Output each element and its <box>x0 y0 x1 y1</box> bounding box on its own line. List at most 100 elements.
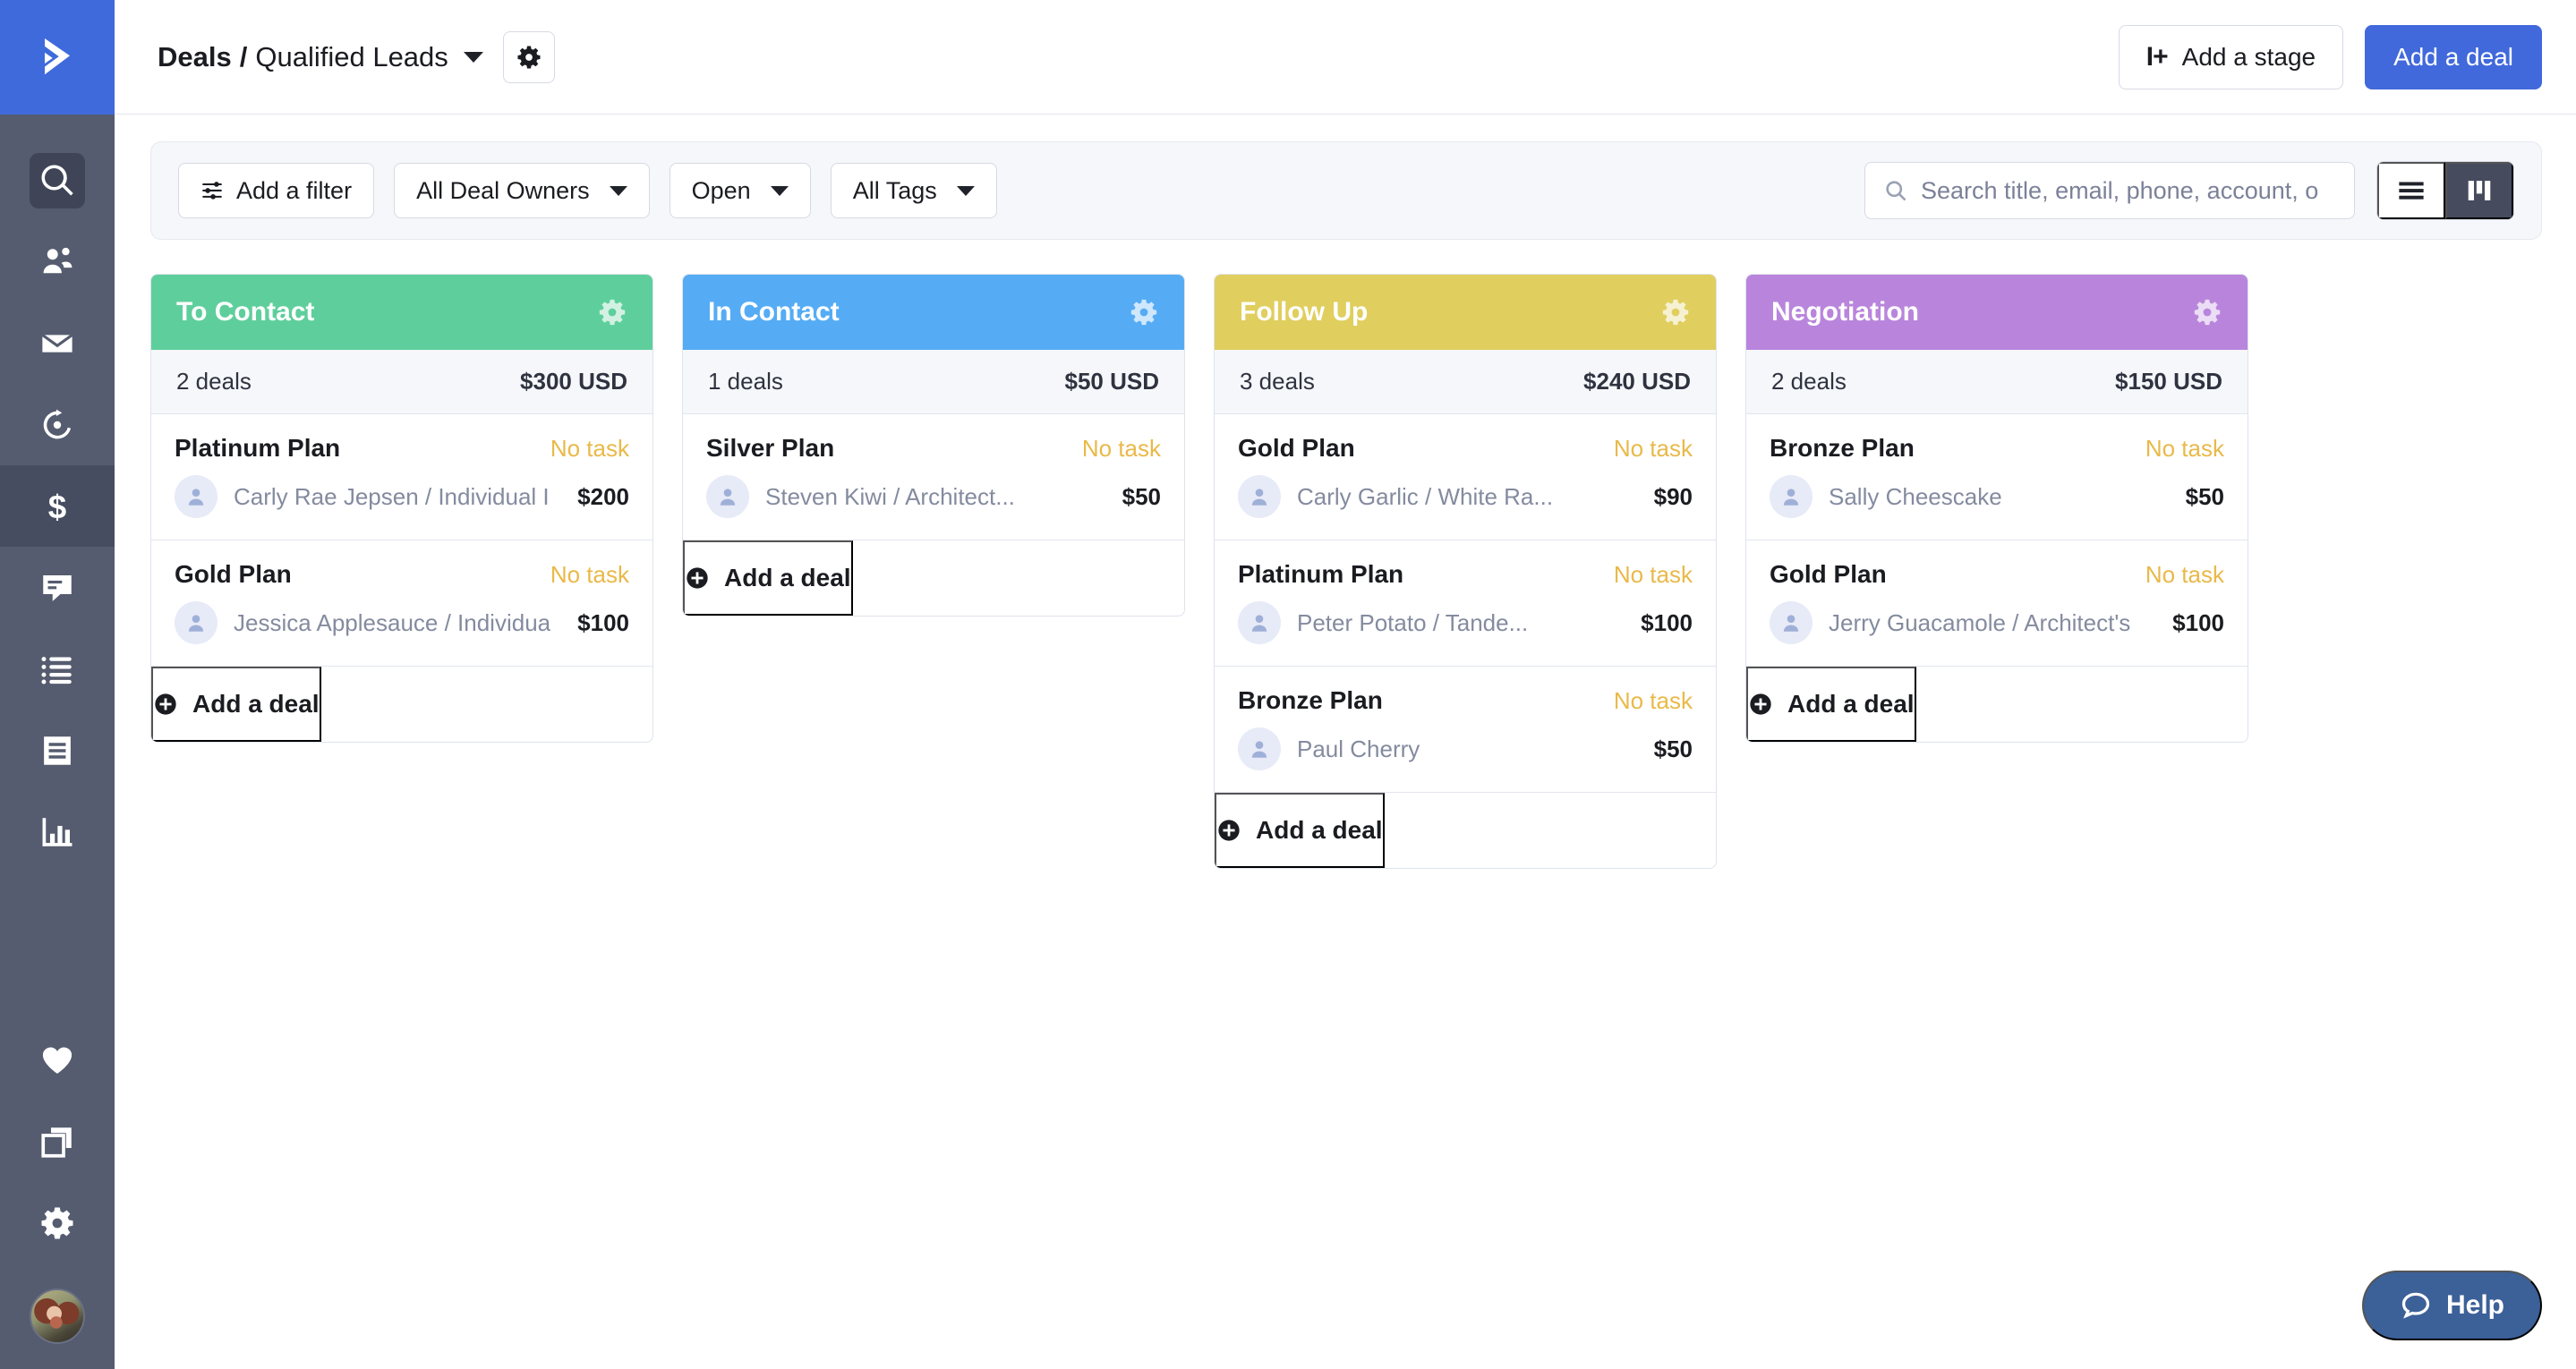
deal-status-label: Open <box>692 177 751 205</box>
contact-avatar-icon <box>1238 727 1281 770</box>
main-sidebar: $ <box>0 0 115 1369</box>
sidebar-item-lists[interactable] <box>0 628 115 710</box>
stage-total: $300 USD <box>520 368 627 395</box>
pipeline-stage-column: To Contact 2 deals $300 USD Platinum Pla… <box>150 274 653 743</box>
deal-card[interactable]: Gold Plan No task Jessica Applesauce / I… <box>151 540 653 667</box>
stage-deal-count: 2 deals <box>1771 368 1847 395</box>
stage-header: Negotiation <box>1746 275 2248 350</box>
pipeline-stage-column: Follow Up 3 deals $240 USD Gold Plan No … <box>1214 274 1717 869</box>
add-deal-to-stage-button[interactable]: Add a deal <box>683 540 853 616</box>
settings-icon <box>38 1204 76 1242</box>
deal-card-top: Gold Plan No task <box>1238 434 1693 463</box>
sidebar-item-apps[interactable] <box>0 1101 115 1182</box>
breadcrumb-current[interactable]: Qualified Leads <box>255 41 448 73</box>
stage-title: Negotiation <box>1771 297 1919 327</box>
deal-card[interactable]: Bronze Plan No task Paul Cherry $50 <box>1215 667 1716 793</box>
add-deal-to-stage-button[interactable]: Add a deal <box>1215 793 1385 868</box>
search-box[interactable] <box>1864 162 2355 219</box>
deal-card-bottom: Jessica Applesauce / Individua $100 <box>175 601 629 644</box>
deal-card[interactable]: Gold Plan No task Carly Garlic / White R… <box>1215 414 1716 540</box>
list-view-button[interactable] <box>2377 162 2445 219</box>
sidebar-item-conversations[interactable] <box>0 547 115 628</box>
deal-task-status: No task <box>1614 561 1693 589</box>
deal-status-select[interactable]: Open <box>670 163 811 218</box>
add-stage-icon: I+ <box>2146 42 2168 72</box>
deal-card-top: Bronze Plan No task <box>1238 686 1693 715</box>
deal-contact: Jessica Applesauce / Individua <box>234 609 572 637</box>
sidebar-item-deals[interactable]: $ <box>0 465 115 547</box>
stage-settings-button[interactable] <box>2192 297 2222 327</box>
gear-icon <box>1129 297 1159 327</box>
stage-deal-count: 1 deals <box>708 368 783 395</box>
sidebar-item-automations[interactable] <box>0 384 115 465</box>
chevron-down-icon[interactable] <box>464 52 483 63</box>
add-filter-button[interactable]: Add a filter <box>178 163 374 218</box>
deals-icon: $ <box>38 488 76 525</box>
deal-card-bottom: Carly Rae Jepsen / Individual I $200 <box>175 475 629 518</box>
deal-card-top: Platinum Plan No task <box>175 434 629 463</box>
deal-contact: Sally Cheescake <box>1829 483 2180 511</box>
search-input[interactable] <box>1921 177 2336 205</box>
sidebar-item-search[interactable] <box>0 140 115 221</box>
stage-header: In Contact <box>683 275 1184 350</box>
add-deal-button[interactable]: Add a deal <box>2365 25 2542 89</box>
breadcrumb-separator: / <box>240 41 248 73</box>
sidebar-item-reports[interactable] <box>0 791 115 872</box>
stage-settings-button[interactable] <box>1660 297 1691 327</box>
deal-value: $90 <box>1654 483 1693 511</box>
svg-text:$: $ <box>48 489 66 525</box>
pipeline-stage-column: Negotiation 2 deals $150 USD Bronze Plan… <box>1745 274 2248 743</box>
deal-owners-select[interactable]: All Deal Owners <box>394 163 650 218</box>
deal-contact: Peter Potato / Tande... <box>1297 609 1635 637</box>
add-deal-to-stage-button[interactable]: Add a deal <box>1746 667 1916 742</box>
contact-avatar-icon <box>1238 475 1281 518</box>
sidebar-item-settings[interactable] <box>0 1182 115 1263</box>
deal-task-status: No task <box>1614 435 1693 463</box>
stage-summary: 3 deals $240 USD <box>1215 350 1716 414</box>
sidebar-item-contacts[interactable] <box>0 221 115 302</box>
deal-task-status: No task <box>550 561 629 589</box>
contact-avatar-icon <box>1238 601 1281 644</box>
deal-card[interactable]: Gold Plan No task Jerry Guacamole / Arch… <box>1746 540 2248 667</box>
stage-settings-button[interactable] <box>597 297 627 327</box>
user-avatar[interactable] <box>0 1263 115 1369</box>
add-deal-label: Add a deal <box>1256 816 1383 845</box>
deal-value: $50 <box>1122 483 1161 511</box>
breadcrumb-root[interactable]: Deals <box>158 41 232 73</box>
deal-card[interactable]: Platinum Plan No task Peter Potato / Tan… <box>1215 540 1716 667</box>
deal-card[interactable]: Platinum Plan No task Carly Rae Jepsen /… <box>151 414 653 540</box>
add-deal-to-stage-button[interactable]: Add a deal <box>151 667 321 742</box>
deal-card-top: Platinum Plan No task <box>1238 560 1693 589</box>
campaigns-icon <box>38 325 76 362</box>
sidebar-primary-nav: $ <box>0 115 115 872</box>
pipeline-settings-button[interactable] <box>503 31 555 83</box>
page-header: Deals / Qualified Leads I+ Add a stage A… <box>115 0 2576 115</box>
tags-select[interactable]: All Tags <box>831 163 997 218</box>
sidebar-item-favorites[interactable] <box>0 1019 115 1101</box>
activecampaign-logo[interactable] <box>0 0 115 115</box>
sidebar-item-forms[interactable] <box>0 710 115 791</box>
deal-card[interactable]: Bronze Plan No task Sally Cheescake $50 <box>1746 414 2248 540</box>
add-stage-button[interactable]: I+ Add a stage <box>2119 25 2343 89</box>
stage-summary: 1 deals $50 USD <box>683 350 1184 414</box>
deal-title: Platinum Plan <box>175 434 340 463</box>
deal-card-top: Gold Plan No task <box>1770 560 2224 589</box>
deal-value: $100 <box>2172 609 2224 637</box>
stage-header: Follow Up <box>1215 275 1716 350</box>
deal-card-top: Bronze Plan No task <box>1770 434 2224 463</box>
board-view-button[interactable] <box>2445 162 2513 219</box>
gear-icon <box>516 44 542 71</box>
deal-task-status: No task <box>1614 687 1693 715</box>
sidebar-item-campaigns[interactable] <box>0 302 115 384</box>
help-button[interactable]: Help <box>2362 1271 2542 1340</box>
plus-circle-icon <box>1748 692 1773 717</box>
deal-value: $100 <box>577 609 629 637</box>
deal-card[interactable]: Silver Plan No task Steven Kiwi / Archit… <box>683 414 1184 540</box>
stage-settings-button[interactable] <box>1129 297 1159 327</box>
deal-card-bottom: Steven Kiwi / Architect... $50 <box>706 475 1161 518</box>
toolbar-wrap: Add a filter All Deal Owners Open All Ta… <box>115 115 2576 240</box>
pipeline-stage-column: In Contact 1 deals $50 USD Silver Plan N… <box>682 274 1185 616</box>
breadcrumb[interactable]: Deals / Qualified Leads <box>158 41 483 73</box>
contact-avatar-icon <box>175 475 218 518</box>
add-deal-label: Add a deal <box>724 564 851 592</box>
